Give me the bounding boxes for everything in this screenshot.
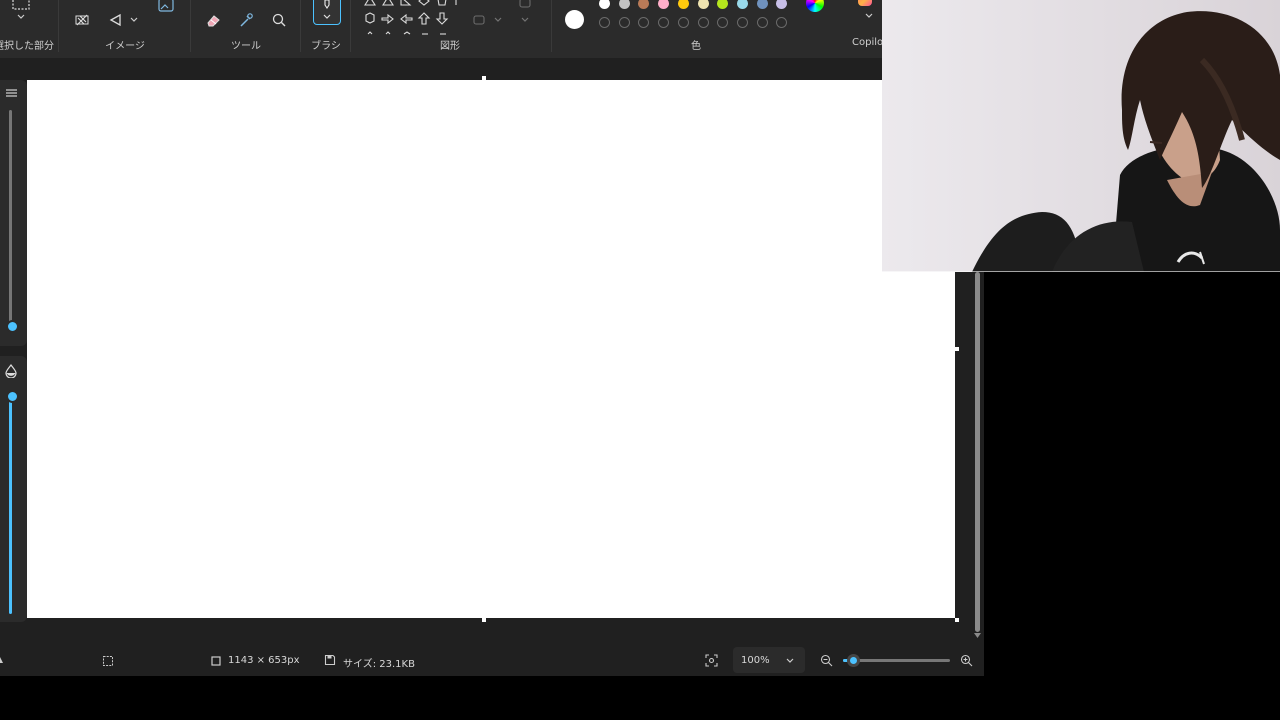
chevron-down-icon[interactable]	[864, 11, 874, 21]
color-swatch[interactable]	[599, 0, 610, 9]
color-swatch[interactable]	[717, 0, 729, 9]
resize-handle-bottom[interactable]	[482, 618, 486, 622]
brush-button[interactable]	[313, 0, 341, 25]
webcam-overlay	[882, 0, 1280, 272]
eraser-button[interactable]	[202, 9, 224, 31]
custom-color-slot[interactable]	[638, 17, 650, 28]
ribbon-divider	[350, 0, 351, 52]
ribbon-divider	[300, 0, 301, 52]
image-properties-button[interactable]	[155, 0, 177, 17]
resize-handle-right[interactable]	[955, 347, 959, 351]
resize-handle-corner[interactable]	[955, 618, 959, 622]
custom-color-slot[interactable]	[697, 17, 709, 28]
opacity-panel	[0, 356, 27, 622]
color-swatch[interactable]	[736, 0, 748, 9]
custom-color-slot[interactable]	[717, 17, 729, 28]
crop-icon	[75, 14, 89, 26]
zoom-level-dropdown[interactable]: 100%	[733, 647, 805, 673]
file-size-text: サイズ: 23.1KB	[343, 659, 415, 670]
custom-color-slot[interactable]	[677, 17, 689, 28]
fit-to-window-icon[interactable]	[705, 654, 718, 667]
brush-icon	[324, 0, 330, 9]
opacity-drop-icon	[5, 364, 17, 378]
chevron-down-icon	[786, 658, 794, 663]
cursor-position-icon	[0, 657, 3, 663]
chevron-down-icon[interactable]	[520, 15, 530, 25]
paint-window: 選択した部分 イメージ ツール ブラシ 図形 色 Copilot 1143 × …	[0, 0, 984, 676]
magnifier-button[interactable]	[268, 9, 290, 31]
drawing-canvas[interactable]	[27, 80, 955, 618]
image-icon	[158, 0, 174, 12]
zoom-level-value: 100%	[741, 655, 770, 666]
group-label-brush: ブラシ	[311, 41, 341, 52]
zoom-icon	[272, 13, 286, 27]
webcam-person-image	[882, 0, 1280, 272]
status-bar: 1143 × 653px サイズ: 23.1KB 100%	[0, 645, 984, 676]
zoom-in-icon[interactable]	[960, 654, 973, 667]
vertical-scrollbar[interactable]	[975, 272, 980, 632]
canvas-size-text: 1143 × 653px	[228, 655, 300, 666]
group-label-shapes: 図形	[440, 41, 460, 52]
scroll-down-arrow-icon[interactable]	[973, 632, 982, 639]
custom-color-slot[interactable]	[658, 17, 670, 28]
brush-size-icon	[6, 89, 17, 97]
color-picker-button[interactable]	[235, 9, 257, 31]
chevron-down-icon	[323, 14, 331, 19]
custom-color-slot[interactable]	[618, 17, 630, 28]
chevron-down-icon[interactable]	[129, 15, 139, 25]
zoom-slider-thumb[interactable]	[847, 654, 861, 667]
color-swatch[interactable]	[756, 0, 768, 9]
group-label-image: イメージ	[105, 41, 145, 52]
group-label-tools: ツール	[231, 41, 261, 52]
shape-fill-icon	[519, 0, 531, 8]
ribbon-divider	[190, 0, 191, 52]
brush-size-panel	[0, 80, 27, 346]
custom-color-slot[interactable]	[756, 17, 768, 28]
zoom-slider-track[interactable]	[843, 654, 950, 667]
ribbon: 選択した部分 イメージ ツール ブラシ 図形 色 Copilot	[0, 0, 984, 58]
edit-colors-button[interactable]	[806, 0, 824, 12]
custom-color-slot[interactable]	[776, 17, 788, 28]
current-color-swatch[interactable]	[565, 10, 584, 29]
eyedropper-icon	[240, 13, 253, 27]
brush-size-track[interactable]	[9, 110, 12, 325]
group-label-colors: 色	[691, 41, 701, 52]
ribbon-divider	[551, 0, 552, 52]
eraser-icon	[207, 15, 220, 27]
custom-color-slot[interactable]	[599, 17, 610, 28]
color-swatch[interactable]	[618, 0, 630, 9]
opacity-thumb[interactable]	[6, 390, 19, 403]
save-icon	[324, 654, 336, 666]
color-swatch[interactable]	[697, 0, 709, 9]
group-label-selection: 選択した部分	[0, 41, 54, 52]
crop-button[interactable]	[71, 9, 93, 31]
shape-fill-button[interactable]	[514, 0, 536, 14]
color-swatch[interactable]	[658, 0, 670, 9]
color-swatch[interactable]	[638, 0, 650, 9]
copilot-icon[interactable]	[858, 0, 872, 6]
opacity-track[interactable]	[9, 394, 12, 614]
shape-outline-icon	[473, 15, 485, 25]
canvas-size-icon	[211, 656, 221, 666]
selection-icon	[12, 0, 30, 10]
custom-color-slot[interactable]	[736, 17, 748, 28]
zoom-out-icon[interactable]	[820, 654, 833, 667]
ribbon-divider	[58, 0, 59, 52]
chevron-down-icon[interactable]	[493, 15, 503, 25]
color-swatch[interactable]	[677, 0, 689, 9]
color-swatch[interactable]	[776, 0, 788, 9]
rotate-icon	[109, 13, 121, 27]
shape-outline-button[interactable]	[468, 9, 490, 31]
brush-size-thumb[interactable]	[6, 320, 19, 333]
rotate-button[interactable]	[105, 9, 127, 31]
selection-size-icon	[103, 656, 113, 666]
chevron-down-icon[interactable]	[16, 12, 26, 22]
resize-handle-top[interactable]	[482, 76, 486, 80]
